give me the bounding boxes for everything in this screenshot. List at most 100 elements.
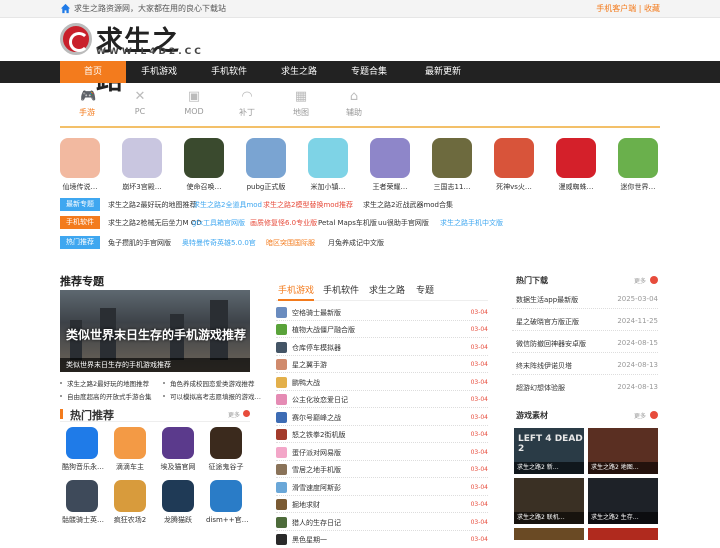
- app-item[interactable]: 米加小镇…: [304, 138, 352, 192]
- plus-icon[interactable]: [650, 276, 658, 284]
- app-item[interactable]: 三国志11…: [428, 138, 476, 192]
- list-item[interactable]: 仓库停车模拟器 03-04: [276, 340, 488, 356]
- app-item[interactable]: 崩坏3宫殿…: [118, 138, 166, 192]
- tagrow-label[interactable]: 最新专题: [60, 198, 100, 211]
- game-thumb: [276, 429, 287, 440]
- nav-mobile-software[interactable]: 手机软件: [196, 61, 262, 83]
- download-row[interactable]: 终末阵线伊诺贝塔 2024-08-13: [512, 355, 658, 375]
- download-row[interactable]: 微信防撤回神器安卓版 2024-08-15: [512, 333, 658, 353]
- tagrow-label[interactable]: 热门推荐: [60, 236, 100, 249]
- tag-link[interactable]: 暗区突围国际服: [266, 236, 315, 251]
- list-item[interactable]: 鹏鸭大战 03-04: [276, 375, 488, 391]
- app-item[interactable]: 王者荣耀…: [366, 138, 414, 192]
- plus-icon[interactable]: [243, 410, 250, 417]
- hot-app[interactable]: dism++官…: [206, 480, 249, 525]
- download-row[interactable]: 数据生活app最新版 2025-03-04: [512, 289, 658, 309]
- tag-link[interactable]: 画质修复怪6.0专业版: [250, 216, 317, 231]
- nav-latest[interactable]: 最新更新: [410, 61, 476, 83]
- tag-link[interactable]: uu很助手官网版: [378, 216, 429, 231]
- app-item[interactable]: 迷你世界…: [614, 138, 662, 192]
- tab-mobile-games[interactable]: 手机游戏: [278, 283, 315, 301]
- tag-link[interactable]: 求生之路手机中文版: [440, 216, 503, 231]
- list-item[interactable]: 掘地求财 03-04: [276, 497, 488, 513]
- material-tile[interactable]: LEFT 4 DEAD 2 求生之路2 新…: [514, 428, 584, 474]
- nav-home[interactable]: 首页: [60, 61, 126, 83]
- hot-app[interactable]: 酷狗音乐永…: [62, 427, 104, 472]
- nav-mobile-games[interactable]: 手机游戏: [126, 61, 192, 83]
- cat-mod[interactable]: ▣ MOD: [169, 90, 219, 117]
- hot-app[interactable]: 骷髅骑士英…: [62, 480, 104, 525]
- material-tile[interactable]: 求生之路2 地图…: [588, 428, 658, 474]
- list-item[interactable]: 猎人的生存日记 03-04: [276, 515, 488, 531]
- tag-link[interactable]: 求生之路2模型替换mod推荐: [263, 198, 353, 213]
- cat-pc[interactable]: ✕ PC: [115, 90, 165, 117]
- top-links[interactable]: 手机客户端 | 收藏: [596, 0, 660, 18]
- hot-app[interactable]: 滴滴车主: [110, 427, 150, 472]
- home-icon[interactable]: [60, 3, 71, 14]
- material-tile[interactable]: 求生之路2 生存…: [588, 478, 658, 524]
- app-icon: [494, 138, 534, 178]
- tag-link[interactable]: 求生之路2枪械无后坐力M OD: [108, 216, 202, 231]
- cat-patch[interactable]: ◠ 补丁: [222, 90, 272, 118]
- recommend-link[interactable]: 可以模拟高考志愿填报的游戏…: [170, 391, 261, 401]
- cat-helper[interactable]: ⌂ 辅助: [329, 90, 379, 118]
- plus-icon[interactable]: [650, 411, 658, 419]
- tag-link[interactable]: 求生之路2全道具mod: [193, 198, 262, 213]
- tag-link[interactable]: 求生之路2近战武器mod合集: [363, 198, 453, 213]
- game-thumb: [276, 342, 287, 353]
- app-item[interactable]: 死神vs火…: [490, 138, 538, 192]
- tagrow-label[interactable]: 手机软件: [60, 216, 100, 229]
- tag-link[interactable]: 求生之路2最好玩的地图推荐: [108, 198, 196, 213]
- list-item[interactable]: 雪居之地手机版 03-04: [276, 462, 488, 478]
- download-row[interactable]: 星之破晓官方版正版 2024-11-25: [512, 311, 658, 331]
- list-item[interactable]: 黑色星期一 03-04: [276, 532, 488, 548]
- list-item[interactable]: 空格骑士最新版 03-04: [276, 305, 488, 321]
- download-row[interactable]: 超游幻想体验服 2024-08-13: [512, 377, 658, 397]
- hot-app[interactable]: 龙腾猫跃: [158, 480, 198, 525]
- game-thumb: [276, 324, 287, 335]
- nav-topics[interactable]: 专题合集: [336, 61, 402, 83]
- tag-link[interactable]: gfx工具箱官网版: [192, 216, 245, 231]
- list-item[interactable]: 公主化妆恋爱日记 03-04: [276, 392, 488, 408]
- accent-bar: [60, 409, 63, 419]
- list-item[interactable]: 赛尔号巅峰之战 03-04: [276, 410, 488, 426]
- tab-topics[interactable]: 专题: [416, 283, 434, 296]
- tab-mobile-software[interactable]: 手机软件: [323, 283, 359, 296]
- material-tile[interactable]: [588, 528, 658, 540]
- hot-more-link[interactable]: 更多: [228, 410, 240, 419]
- materials-more-link[interactable]: 更多: [634, 411, 646, 420]
- app-icon: [308, 138, 348, 178]
- feature-banner[interactable]: 类似世界末日生存的手机游戏推荐 类似世界末日生存的手机游戏推荐: [60, 290, 250, 372]
- hot-app[interactable]: 疯狂农场2: [110, 480, 150, 525]
- recommend-link[interactable]: 求生之路2最好玩的地图推荐: [67, 378, 149, 388]
- app-icon: [122, 138, 162, 178]
- list-item[interactable]: 蛋仔派对网易版 03-04: [276, 445, 488, 461]
- hot-app[interactable]: 征途鬼谷子: [206, 427, 246, 472]
- list-item[interactable]: 滑雪速度阿斯彭 03-04: [276, 480, 488, 496]
- tag-link[interactable]: Petal Maps车机版: [318, 216, 377, 231]
- tag-link[interactable]: 月兔养成记中文版: [328, 236, 384, 251]
- material-tile[interactable]: 求生之路2 联机…: [514, 478, 584, 524]
- recommend-link[interactable]: 自由度超高的开放式手游合集: [67, 391, 152, 401]
- tab-l4d[interactable]: 求生之路: [369, 283, 405, 296]
- nav-l4d[interactable]: 求生之路: [266, 61, 332, 83]
- app-item[interactable]: pubg正式版: [242, 138, 290, 192]
- app-item[interactable]: 漫威蜘蛛…: [552, 138, 600, 192]
- game-thumb: [276, 377, 287, 388]
- hot-app[interactable]: 埃及猫官网: [158, 427, 198, 472]
- tag-link[interactable]: 兔子攒肌的手官网版: [108, 236, 171, 251]
- app-item[interactable]: 使命召唤…: [180, 138, 228, 192]
- main-nav: 首页 手机游戏 手机软件 求生之路 专题合集 最新更新: [0, 61, 720, 83]
- list-item[interactable]: 植物大战僵尸融合版 03-04: [276, 322, 488, 338]
- app-item[interactable]: 仙境传说…: [56, 138, 104, 192]
- list-item[interactable]: 怒之铁拳2街机版 03-04: [276, 427, 488, 443]
- site-logo[interactable]: 求生之路 WWW.L4D2.CC: [60, 21, 201, 96]
- game-thumb: [276, 359, 287, 370]
- recommend-link[interactable]: 角色养成校园恋爱类游戏推荐: [170, 378, 255, 388]
- cat-map[interactable]: ▦ 地图: [276, 90, 326, 118]
- material-tile[interactable]: [514, 528, 584, 540]
- list-item[interactable]: 星之翼手游 03-04: [276, 357, 488, 373]
- cat-mobile-games[interactable]: 🎮 手游: [62, 90, 112, 118]
- tag-link[interactable]: 奥特曼传奇英雄5.0.0官: [182, 236, 256, 251]
- downloads-more-link[interactable]: 更多: [634, 276, 646, 285]
